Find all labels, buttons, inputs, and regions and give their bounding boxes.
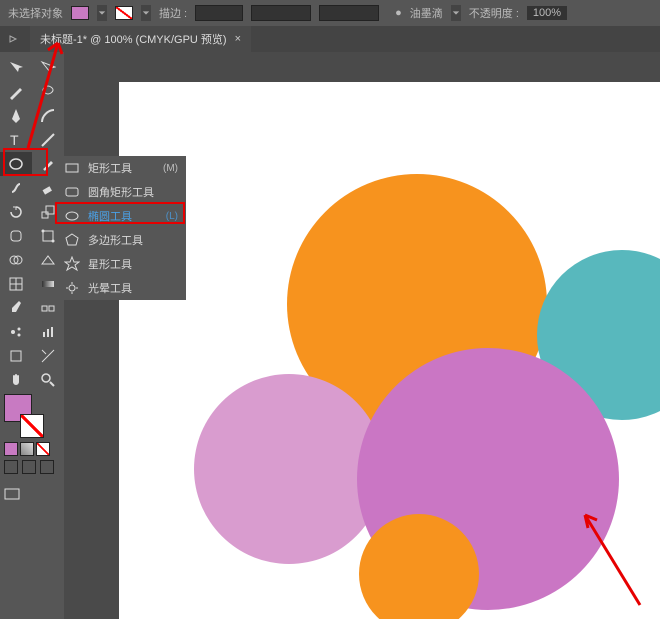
stroke-profile-select[interactable] <box>251 5 311 21</box>
eyedropper-tool-icon[interactable] <box>0 296 32 320</box>
stroke-dropdown-icon[interactable] <box>141 5 151 21</box>
fill-stroke-swatch[interactable] <box>0 392 64 440</box>
selection-label: 未选择对象 <box>8 5 63 21</box>
shape-builder-tool-icon[interactable] <box>0 248 32 272</box>
zoom-tool-icon[interactable] <box>32 368 64 392</box>
shape-tool-flyout: 矩形工具(M) 圆角矩形工具 椭圆工具(L) 多边形工具 星形工具 光晕工具 <box>56 156 186 300</box>
artboard[interactable] <box>119 82 660 619</box>
color-palette[interactable] <box>0 440 64 458</box>
effect-label: 油墨滴 <box>410 5 443 21</box>
curvature-tool-icon[interactable] <box>32 104 64 128</box>
stroke-label: 描边 : <box>159 5 187 21</box>
flyout-star[interactable]: 星形工具 <box>56 252 186 276</box>
flyout-rectangle[interactable]: 矩形工具(M) <box>56 156 186 180</box>
toolbar: T <box>0 52 64 619</box>
close-icon[interactable]: × <box>235 33 241 45</box>
selection-tool-icon[interactable] <box>0 56 32 80</box>
flyout-ellipse[interactable]: 椭圆工具(L) <box>56 204 186 228</box>
shaper-tool-icon[interactable] <box>0 176 32 200</box>
line-tool-icon[interactable] <box>32 128 64 152</box>
canvas-circle[interactable] <box>194 374 384 564</box>
stroke-swatch-none[interactable] <box>115 6 133 20</box>
brush-select[interactable] <box>319 5 379 21</box>
flyout-flare[interactable]: 光晕工具 <box>56 276 186 300</box>
direct-selection-tool-icon[interactable] <box>32 56 64 80</box>
magic-wand-tool-icon[interactable] <box>0 80 32 104</box>
svg-text:T: T <box>10 132 19 148</box>
warp-tool-icon[interactable] <box>0 224 32 248</box>
screen-mode-2-icon[interactable] <box>22 460 36 474</box>
options-bar: 未选择对象 描边 : ● 油墨滴 不透明度 : 100% <box>0 0 660 26</box>
slice-tool-icon[interactable] <box>32 344 64 368</box>
hand-tool-icon[interactable] <box>0 368 32 392</box>
type-tool-icon[interactable]: T <box>0 128 32 152</box>
mesh-tool-icon[interactable] <box>0 272 32 296</box>
canvas-area <box>64 52 660 619</box>
flyout-rounded-rectangle[interactable]: 圆角矩形工具 <box>56 180 186 204</box>
stroke-width-select[interactable] <box>195 5 243 21</box>
document-tabbar: 未标题-1* @ 100% (CMYK/GPU 预览) × <box>0 26 660 52</box>
ellipse-tool-icon[interactable] <box>0 152 32 176</box>
graph-tool-icon[interactable] <box>32 320 64 344</box>
effect-dropdown-icon[interactable] <box>451 5 461 21</box>
lasso-tool-icon[interactable] <box>32 80 64 104</box>
fill-dropdown-icon[interactable] <box>97 5 107 21</box>
opacity-label: 不透明度 : <box>469 5 519 21</box>
screen-mode-3-icon[interactable] <box>40 460 54 474</box>
fill-swatch[interactable] <box>71 6 89 20</box>
artboard-tool-icon[interactable] <box>0 344 32 368</box>
opacity-value[interactable]: 100% <box>527 6 567 20</box>
document-tab[interactable]: 未标题-1* @ 100% (CMYK/GPU 预览) × <box>30 26 251 52</box>
expand-icon[interactable] <box>6 29 20 49</box>
change-screen-icon[interactable] <box>4 486 20 502</box>
screen-mode-icon[interactable] <box>4 460 18 474</box>
flyout-polygon[interactable]: 多边形工具 <box>56 228 186 252</box>
rotate-tool-icon[interactable] <box>0 200 32 224</box>
pen-tool-icon[interactable] <box>0 104 32 128</box>
symbol-tool-icon[interactable] <box>0 320 32 344</box>
tab-title: 未标题-1* @ 100% (CMYK/GPU 预览) <box>40 31 227 47</box>
